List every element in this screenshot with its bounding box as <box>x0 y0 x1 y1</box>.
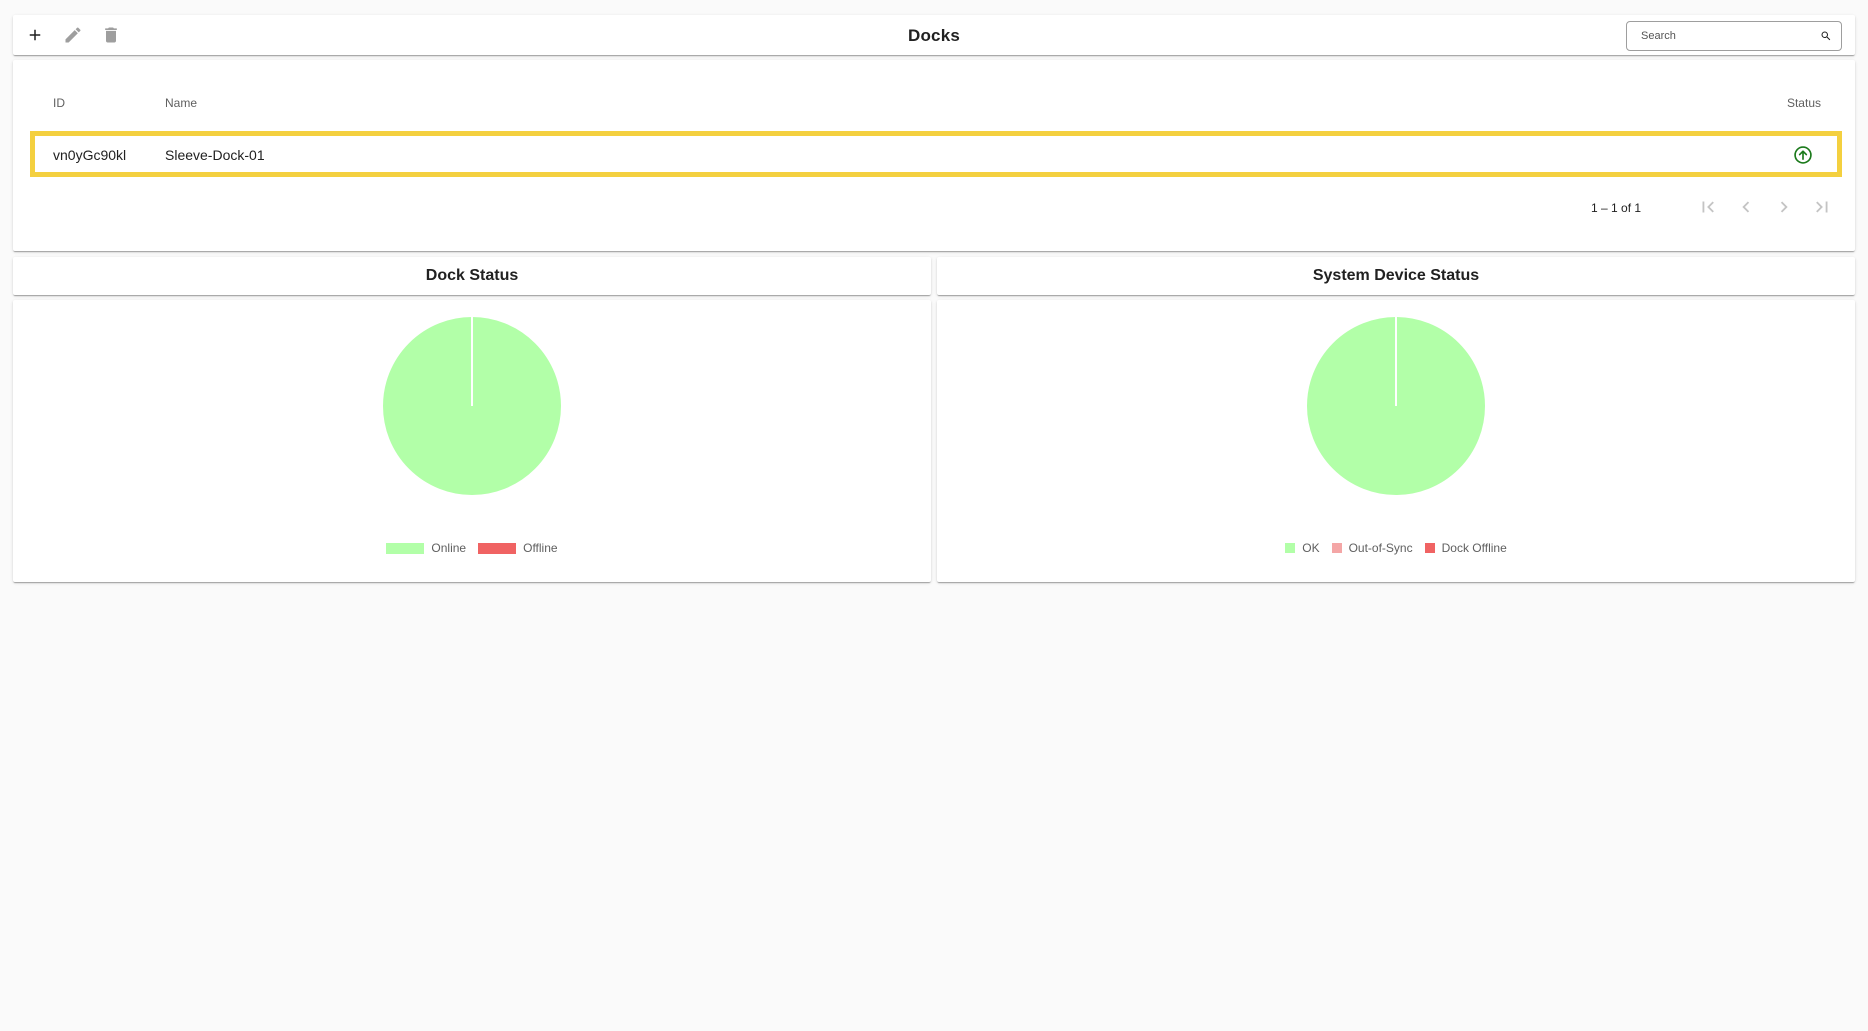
dock-status-pie <box>381 315 563 497</box>
legend-label-dock-offline: Dock Offline <box>1441 541 1507 555</box>
docks-table: ID Name Status vn0yGc90kl Sleeve-Dock-01… <box>13 60 1855 251</box>
edit-icon <box>65 27 81 43</box>
column-header-id[interactable]: ID <box>53 96 65 110</box>
previous-page-button[interactable] <box>1734 195 1758 219</box>
column-header-name[interactable]: Name <box>165 96 197 110</box>
search-box <box>1626 21 1842 51</box>
dock-status-header: Dock Status <box>13 257 931 295</box>
legend-label-offline: Offline <box>523 541 558 555</box>
add-button[interactable] <box>20 20 50 50</box>
legend-swatch-out-of-sync <box>1331 543 1342 553</box>
edit-button[interactable] <box>58 20 88 50</box>
last-page-button[interactable] <box>1810 195 1834 219</box>
first-page-icon <box>1702 201 1714 213</box>
legend-item-offline[interactable]: Offline <box>478 541 558 555</box>
system-device-status-title: System Device Status <box>1312 267 1480 284</box>
dock-status-title: Dock Status <box>425 267 519 284</box>
row-id-cell: vn0yGc90kl <box>53 147 127 163</box>
next-page-icon <box>1780 201 1788 213</box>
arrow-up-circle-icon <box>1794 146 1812 164</box>
system-device-status-header: System Device Status <box>937 257 1855 295</box>
legend-item-dock-offline[interactable]: Dock Offline <box>1424 541 1507 555</box>
table-row[interactable]: vn0yGc90kl Sleeve-Dock-01 <box>30 131 1842 177</box>
system-device-status-pie <box>1305 315 1487 497</box>
legend-label-ok: OK <box>1302 541 1320 555</box>
system-device-status-legend: OK Out-of-Sync Dock Offline <box>937 541 1855 555</box>
last-page-icon <box>1816 201 1828 213</box>
legend-swatch-dock-offline <box>1424 543 1435 553</box>
legend-item-ok[interactable]: OK <box>1285 541 1320 555</box>
legend-swatch-offline <box>478 542 517 554</box>
legend-label-out-of-sync: Out-of-Sync <box>1348 541 1413 555</box>
pagination-range: 1 – 1 of 1 <box>1591 201 1642 215</box>
row-name-cell: Sleeve-Dock-01 <box>165 147 265 163</box>
legend-item-out-of-sync[interactable]: Out-of-Sync <box>1331 541 1413 555</box>
toolbar: Docks <box>13 15 1855 55</box>
add-icon <box>29 29 41 41</box>
delete-button[interactable] <box>96 20 126 50</box>
system-device-status-chart: OK Out-of-Sync Dock Offline <box>937 300 1855 582</box>
dock-status-legend: Online Offline <box>13 541 931 555</box>
next-page-button[interactable] <box>1772 195 1796 219</box>
previous-page-icon <box>1742 201 1750 213</box>
legend-label-online: Online <box>431 541 467 555</box>
legend-swatch-ok <box>1285 543 1296 553</box>
dock-status-chart: Online Offline <box>13 300 931 582</box>
delete-icon <box>105 27 117 43</box>
legend-item-online[interactable]: Online <box>386 541 466 555</box>
legend-swatch-online <box>386 542 425 554</box>
search-icon[interactable] <box>1820 30 1832 42</box>
page-title: Docks <box>907 26 961 45</box>
search-input[interactable] <box>1627 22 1807 50</box>
column-header-status[interactable]: Status <box>1787 96 1821 110</box>
first-page-button[interactable] <box>1696 195 1720 219</box>
